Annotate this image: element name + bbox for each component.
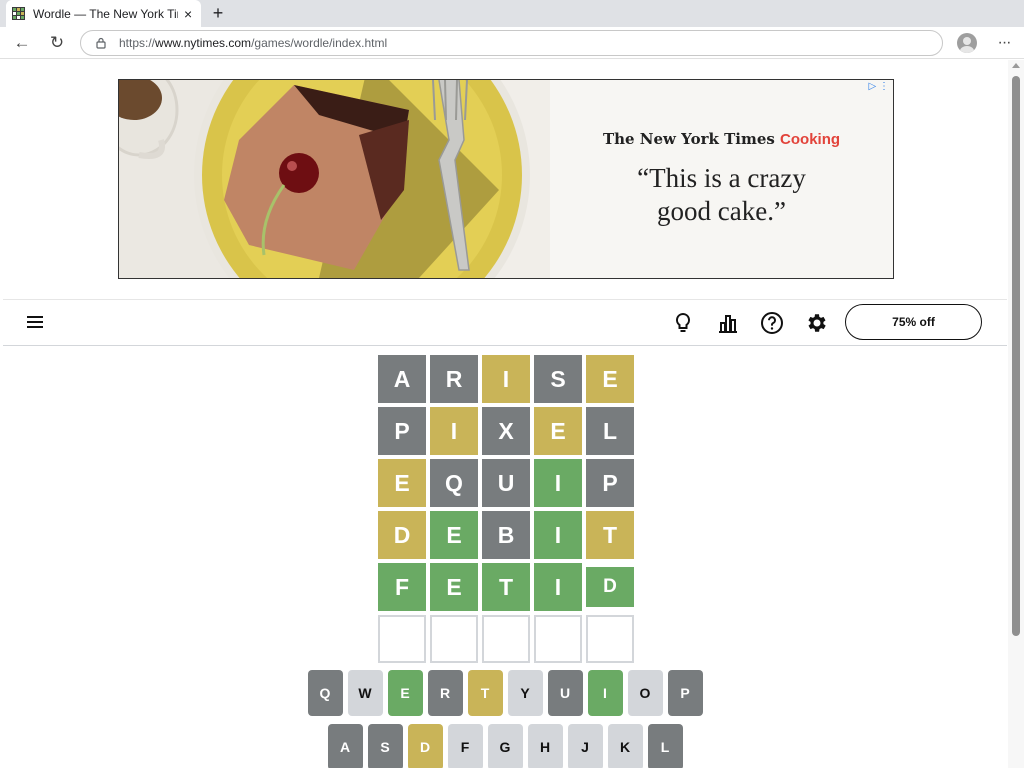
on-screen-keyboard: QWERTYUIOP ASDFGHJKL: [3, 670, 1007, 768]
ad-quote: “This is a crazy good cake.”: [550, 162, 893, 228]
key-u[interactable]: U: [547, 670, 583, 716]
tile: [482, 615, 530, 663]
tile: D: [586, 567, 634, 607]
tile: I: [482, 355, 530, 403]
cake-illustration: [119, 80, 550, 278]
scroll-thumb[interactable]: [1012, 76, 1020, 636]
board-row: PIXEL: [378, 407, 634, 455]
board-row: DEBIT: [378, 511, 634, 559]
help-icon[interactable]: [760, 311, 784, 335]
ad-quote-line-2: good cake.”: [657, 196, 786, 226]
tile: E: [534, 407, 582, 455]
tile: [378, 615, 426, 663]
browser-menu-button[interactable]: ···: [994, 31, 1014, 55]
tile: X: [482, 407, 530, 455]
browser-tab-wordle[interactable]: Wordle — The New York Times ×: [6, 0, 201, 27]
tile: S: [534, 355, 582, 403]
key-l[interactable]: L: [647, 724, 683, 768]
url-prefix: https://: [119, 36, 156, 50]
ad-container: The New York Times Cooking “This is a cr…: [3, 60, 1007, 300]
key-j[interactable]: J: [567, 724, 603, 768]
tile: R: [430, 355, 478, 403]
tile: [534, 615, 582, 663]
tile: I: [534, 459, 582, 507]
key-y[interactable]: Y: [507, 670, 543, 716]
ad-cake-photo: [119, 80, 550, 278]
game-board: ARISEPIXELEQUIPDEBITFETID: [378, 355, 634, 667]
key-h[interactable]: H: [527, 724, 563, 768]
tile: Q: [430, 459, 478, 507]
url-text: https://www.nytimes.com/games/wordle/ind…: [119, 36, 387, 50]
cooking-wordmark: Cooking: [780, 131, 841, 148]
tile: [586, 615, 634, 663]
page-content: The New York Times Cooking “This is a cr…: [3, 60, 1007, 768]
page-scrollbar[interactable]: [1008, 60, 1024, 768]
browser-toolbar: ← ↻ https://www.nytimes.com/games/wordle…: [0, 27, 1024, 59]
menu-hamburger-icon[interactable]: [27, 316, 43, 328]
tile: D: [378, 511, 426, 559]
tile: B: [482, 511, 530, 559]
tile: E: [378, 459, 426, 507]
subscribe-promo-button[interactable]: 75% off: [845, 304, 982, 340]
hint-lightbulb-icon[interactable]: [671, 311, 695, 335]
tab-title: Wordle — The New York Times: [33, 6, 178, 21]
tile: F: [378, 563, 426, 611]
tile: L: [586, 407, 634, 455]
statistics-icon[interactable]: [716, 311, 740, 335]
url-path: /games/wordle/index.html: [251, 36, 388, 50]
game-header: 75% off: [3, 300, 1007, 346]
nyt-wordmark: The New York Times: [602, 130, 775, 148]
tile: I: [534, 563, 582, 611]
address-bar[interactable]: https://www.nytimes.com/games/wordle/ind…: [80, 30, 943, 56]
reload-button[interactable]: ↻: [45, 31, 69, 55]
board-row: EQUIP: [378, 459, 634, 507]
key-i[interactable]: I: [587, 670, 623, 716]
tile: P: [586, 459, 634, 507]
key-a[interactable]: A: [327, 724, 363, 768]
ad-brand: The New York Times Cooking: [550, 130, 893, 148]
tile: E: [586, 355, 634, 403]
key-f[interactable]: F: [447, 724, 483, 768]
key-d[interactable]: D: [407, 724, 443, 768]
keyboard-row: QWERTYUIOP: [3, 670, 1007, 716]
tile: T: [482, 563, 530, 611]
tile: [430, 615, 478, 663]
new-tab-button[interactable]: +: [208, 3, 228, 23]
key-q[interactable]: Q: [307, 670, 343, 716]
lock-icon: [96, 37, 106, 49]
board-row: ARISE: [378, 355, 634, 403]
profile-avatar-icon[interactable]: [957, 33, 977, 53]
wordle-favicon-icon: [12, 7, 25, 20]
ad-quote-line-1: “This is a crazy: [637, 163, 806, 193]
close-tab-icon[interactable]: ×: [184, 6, 192, 22]
board-row: FETID: [378, 563, 634, 611]
settings-gear-icon[interactable]: [805, 311, 829, 335]
url-domain: www.nytimes.com: [155, 36, 252, 50]
key-s[interactable]: S: [367, 724, 403, 768]
key-k[interactable]: K: [607, 724, 643, 768]
adchoices-icon[interactable]: ▷ ⋮: [869, 81, 889, 92]
tile: T: [586, 511, 634, 559]
ad-text-panel: The New York Times Cooking “This is a cr…: [550, 80, 893, 278]
browser-tab-strip: Wordle — The New York Times × +: [0, 0, 1024, 27]
tile: I: [430, 407, 478, 455]
keyboard-row: ASDFGHJKL: [3, 724, 1007, 768]
tile: E: [430, 511, 478, 559]
scroll-up-arrow-icon[interactable]: [1012, 63, 1020, 68]
key-r[interactable]: R: [427, 670, 463, 716]
tile: P: [378, 407, 426, 455]
back-button[interactable]: ←: [10, 31, 34, 55]
tile: I: [534, 511, 582, 559]
key-w[interactable]: W: [347, 670, 383, 716]
board-row: [378, 615, 634, 663]
tile: U: [482, 459, 530, 507]
tile: E: [430, 563, 478, 611]
advertisement-banner[interactable]: The New York Times Cooking “This is a cr…: [118, 79, 894, 279]
tile: A: [378, 355, 426, 403]
key-t[interactable]: T: [467, 670, 503, 716]
key-p[interactable]: P: [667, 670, 703, 716]
key-e[interactable]: E: [387, 670, 423, 716]
key-g[interactable]: G: [487, 724, 523, 768]
key-o[interactable]: O: [627, 670, 663, 716]
